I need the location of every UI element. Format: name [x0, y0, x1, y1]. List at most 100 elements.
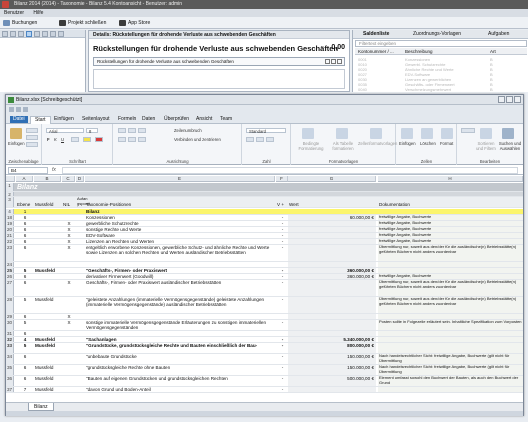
cell-taxonomie[interactable]: Bilanz — [85, 209, 275, 214]
cell-aufangsposition[interactable] — [76, 227, 84, 232]
table-row[interactable]: 28 5 Mussfeld "geleistete Anzahlungen (imma… — [6, 297, 523, 314]
cell-dokumentation[interactable] — [378, 343, 523, 353]
underline-button[interactable]: U — [61, 137, 64, 142]
cell-mussfeld[interactable] — [34, 221, 61, 226]
cell-wert[interactable]: 150.000,00 € — [288, 365, 376, 375]
column-header[interactable]: H — [378, 176, 523, 182]
cell-ebene[interactable]: 6 — [16, 227, 33, 232]
cell-wert[interactable] — [288, 314, 376, 319]
font-size-select[interactable]: 8 — [86, 128, 98, 134]
cell-vz[interactable]: - — [276, 297, 288, 313]
cell-mussfeld[interactable] — [34, 233, 61, 238]
cell-aufangsposition[interactable] — [76, 233, 84, 238]
cell-ebene[interactable]: 5 — [16, 268, 33, 273]
cell-ebene[interactable]: 6 — [16, 239, 33, 244]
column-header[interactable]: F — [276, 176, 288, 182]
cell-nil[interactable]: X — [62, 239, 75, 244]
cell-taxonomie[interactable]: Geschäfts-, Firmen- oder Praxiswert ausl… — [85, 280, 275, 296]
cell-dokumentation[interactable]: freiwillige Angabe, Buchwerte — [378, 233, 523, 238]
cell-wert[interactable] — [288, 209, 376, 214]
cell-wert[interactable] — [288, 221, 376, 226]
cell-aufangsposition[interactable] — [76, 274, 84, 279]
cell-taxonomie[interactable]: sonstige Rechte und Werte — [85, 227, 275, 232]
cell-wert[interactable] — [288, 387, 376, 392]
percent-button[interactable] — [256, 137, 264, 142]
tab-daten[interactable]: Daten — [142, 116, 155, 123]
cell-dokumentation[interactable]: Übermittlung nur, soweit aus den/der für… — [378, 297, 523, 313]
cell-nil[interactable] — [62, 215, 75, 220]
cell-aufangsposition[interactable] — [76, 221, 84, 226]
cell-wert[interactable]: 360.000,00 € — [288, 268, 376, 273]
cell-taxonomie[interactable]: "davon Grund und Boden-Anteil — [85, 387, 275, 392]
cell-mussfeld[interactable] — [34, 245, 61, 261]
col-art[interactable]: Art — [490, 48, 496, 55]
delete-cells-icon[interactable] — [421, 128, 433, 139]
maximize-icon[interactable] — [506, 96, 513, 103]
cell-aufangsposition[interactable] — [76, 320, 84, 330]
cell-dokumentation[interactable]: Nach handelsrechtlicher Sicht: freiwilli… — [378, 365, 523, 375]
cell-mussfeld[interactable]: Mussfeld — [34, 268, 61, 273]
cell-taxonomie[interactable] — [85, 262, 275, 267]
cell-mussfeld[interactable] — [34, 314, 61, 319]
filter-icon[interactable] — [50, 31, 56, 37]
tab-datei[interactable]: Datei — [10, 116, 28, 123]
cell-ebene[interactable]: 5 — [16, 297, 33, 313]
conditional-format-icon[interactable] — [302, 128, 314, 139]
cell-ebene[interactable]: 6 — [16, 215, 33, 220]
undo-icon[interactable] — [16, 107, 21, 112]
cell-taxonomie[interactable]: "Grundstücke, grundstücksgleiche Rechte … — [85, 343, 275, 353]
subframe-close-icon[interactable] — [337, 59, 342, 64]
list-icon[interactable] — [26, 31, 32, 37]
cell-mussfeld[interactable]: Mussfeld — [34, 297, 61, 313]
cell-nil[interactable]: X — [62, 233, 75, 238]
cell-ebene[interactable]: 6 — [16, 233, 33, 238]
align-top-button[interactable] — [118, 128, 126, 133]
cell-nil[interactable] — [62, 262, 75, 267]
cell-nil[interactable] — [62, 343, 75, 353]
cell-styles-icon[interactable] — [370, 128, 382, 139]
merge-center-button[interactable]: Verbinden und zentrieren — [174, 137, 221, 142]
redo-icon[interactable] — [23, 107, 28, 112]
filter-input[interactable]: Filtertext eingeben — [355, 40, 527, 47]
cell-vz[interactable]: - — [276, 343, 288, 353]
cell-ebene[interactable]: 6 — [16, 245, 33, 261]
cell-vz[interactable]: - — [276, 227, 288, 232]
cell-wert[interactable] — [288, 233, 376, 238]
sheet-tab-bilanz[interactable]: Bilanz — [28, 403, 54, 411]
table-row[interactable]: 33 5 Mussfeld "Grundstücke, grundstücksglei… — [6, 343, 523, 354]
cell-dokumentation[interactable]: freiwillige Angabe, Buchwerte — [378, 215, 523, 220]
column-header[interactable]: A — [16, 176, 33, 182]
autosum-button[interactable] — [461, 128, 475, 133]
cell-vz[interactable]: - — [276, 280, 288, 296]
minimize-icon[interactable] — [498, 96, 505, 103]
cell-mussfeld[interactable]: Mussfeld — [34, 337, 61, 342]
cell-taxonomie[interactable]: EDV-Software — [85, 233, 275, 238]
tab-start[interactable]: Start — [30, 116, 51, 124]
cell-vz[interactable]: - — [276, 337, 288, 342]
cell-nil[interactable] — [62, 337, 75, 342]
cell-wert[interactable] — [288, 280, 376, 296]
cell-taxonomie[interactable]: "Sachanlagen — [85, 337, 275, 342]
balance-list-row[interactable]: 0040 Verschmelzungsmehrwert B — [355, 87, 527, 92]
menu-hilfe[interactable]: Hilfe — [33, 10, 43, 16]
cell-taxonomie[interactable] — [85, 331, 275, 336]
cell-aufangsposition[interactable] — [76, 262, 84, 267]
cell-vz[interactable]: - — [276, 274, 288, 279]
cell-vz[interactable]: - — [276, 221, 288, 226]
table-row[interactable]: 27 6 X Geschäfts-, Firmen- oder Praxiswert … — [6, 280, 523, 297]
cell-taxonomie[interactable]: Konzessionen — [85, 215, 275, 220]
cell-aufangsposition[interactable] — [76, 337, 84, 342]
cell-mussfeld[interactable] — [34, 262, 61, 267]
tree-icon[interactable] — [18, 31, 24, 37]
cell-ebene[interactable]: 4 — [16, 337, 33, 342]
cell-mussfeld[interactable] — [34, 320, 61, 330]
cell-mussfeld[interactable]: Mussfeld — [34, 387, 61, 392]
format-as-table-icon[interactable] — [336, 128, 348, 139]
cell-nil[interactable] — [62, 387, 75, 392]
tab-team[interactable]: Team — [220, 116, 232, 123]
cell-aufangsposition[interactable] — [76, 297, 84, 313]
cell-aufangsposition[interactable] — [76, 268, 84, 273]
expand-icon[interactable] — [34, 31, 40, 37]
cell-wert[interactable]: 360.000,00 € — [288, 274, 376, 279]
tab-formeln[interactable]: Formeln — [118, 116, 136, 123]
